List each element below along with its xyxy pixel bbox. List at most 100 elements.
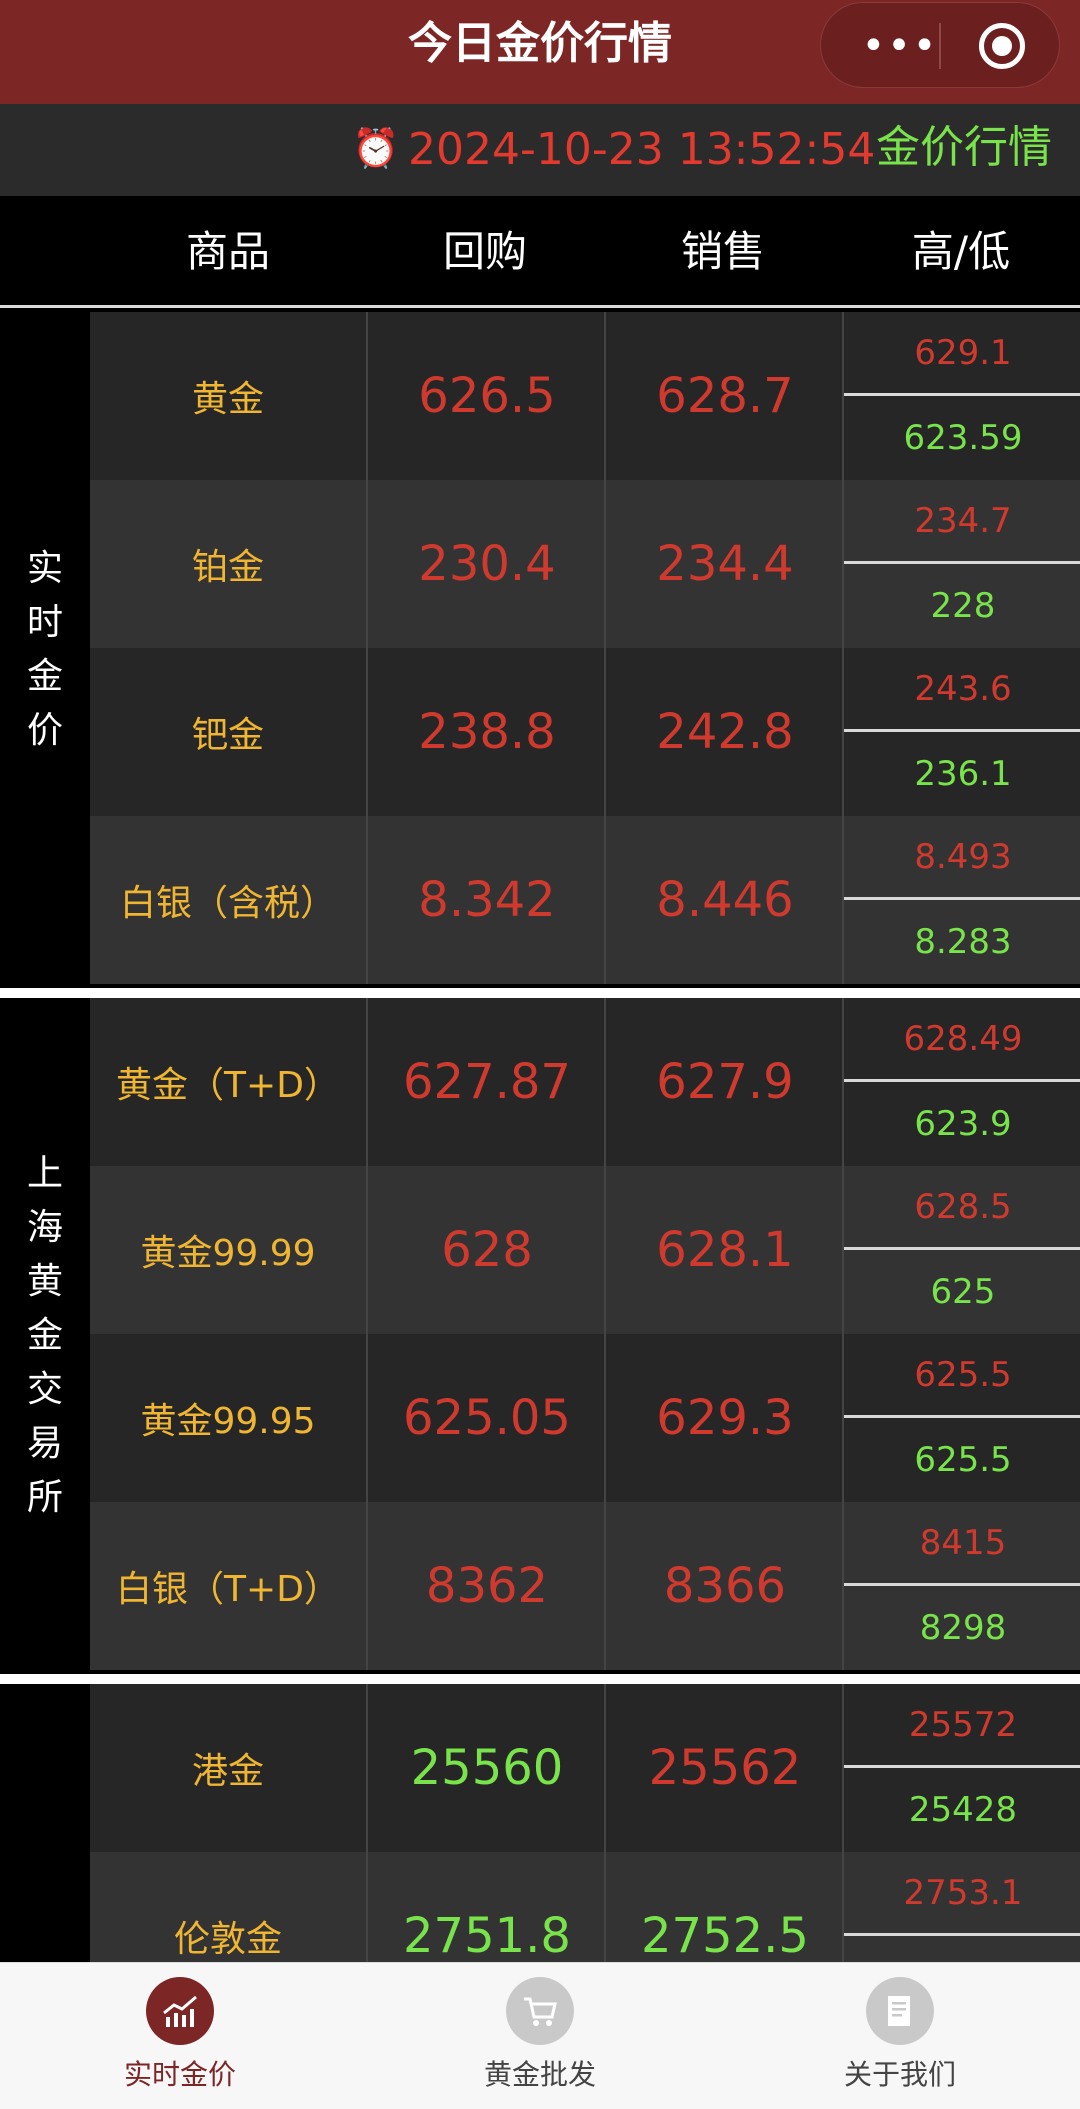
high-low-cell: 628.5 625 (842, 1166, 1080, 1334)
tab-realtime-price[interactable]: 实时金价 (0, 1963, 360, 2109)
section-divider (0, 1674, 1080, 1684)
low-price: 623.9 (914, 1104, 1012, 1144)
low-price: 228 (930, 586, 996, 626)
high-price: 2753.1 (844, 1852, 1080, 1936)
high-price: 234.7 (844, 480, 1080, 564)
commodity-name: 黄金99.99 (140, 1233, 316, 1274)
bottom-tab-bar: 实时金价 黄金批发 关于我们 (0, 1962, 1080, 2109)
high-price: 628.5 (844, 1166, 1080, 1250)
sell-price: 25562 (604, 1684, 844, 1852)
section-label-char: 黄 (26, 1261, 63, 1302)
table-row[interactable]: 伦敦金 2751.8 2752.5 2753.1 (90, 1852, 1080, 1962)
high-low-cell: 629.1 623.59 (842, 312, 1080, 480)
buy-price: 627.87 (366, 998, 606, 1166)
section-label-char: 价 (26, 710, 63, 751)
commodity-name: 白银（T+D） (116, 1569, 340, 1610)
close-target-icon[interactable] (979, 23, 1025, 69)
alarm-clock-icon: ⏰ (352, 126, 400, 170)
low-price: 236.1 (914, 754, 1012, 794)
section-label-char: 易 (26, 1423, 63, 1464)
low-price: 25428 (908, 1790, 1018, 1830)
low-price: 625.5 (914, 1440, 1012, 1480)
buy-price: 2751.8 (366, 1852, 606, 1962)
table-row[interactable]: 黄金99.95 625.05 629.3 625.5 625.5 (90, 1334, 1080, 1502)
low-price: 8298 (919, 1608, 1007, 1648)
high-low-cell: 8.493 8.283 (842, 816, 1080, 984)
high-low-cell: 8415 8298 (842, 1502, 1080, 1670)
high-price: 243.6 (844, 648, 1080, 732)
sell-price: 629.3 (604, 1334, 844, 1502)
header-sell: 销售 (680, 227, 765, 276)
high-price: 629.1 (844, 312, 1080, 396)
sell-price: 242.8 (604, 648, 844, 816)
high-price: 25572 (844, 1684, 1080, 1768)
section-label-char: 交 (26, 1369, 63, 1410)
commodity-name: 伦敦金 (173, 1919, 282, 1960)
section-realtime: 实 时 金 价 黄金 626.5 628.7 629.1 623.59 铂金 2… (0, 312, 1080, 988)
buy-price: 238.8 (366, 648, 606, 816)
table-row[interactable]: 白银（T+D） 8362 8366 8415 8298 (90, 1502, 1080, 1670)
document-icon (866, 1977, 934, 2045)
sell-price: 2752.5 (604, 1852, 844, 1962)
more-icon[interactable]: ••• (855, 3, 945, 89)
tab-gold-wholesale[interactable]: 黄金批发 (360, 1963, 720, 2109)
table-row[interactable]: 钯金 238.8 242.8 243.6 236.1 (90, 648, 1080, 816)
table-row[interactable]: 白银（含税） 8.342 8.446 8.493 8.283 (90, 816, 1080, 984)
header-buy: 回购 (442, 227, 527, 276)
sell-price: 8366 (604, 1502, 844, 1670)
section-label-char: 金 (26, 656, 63, 697)
section-label-char: 金 (26, 1315, 63, 1356)
commodity-name: 港金 (191, 1751, 264, 1792)
section-label-char: 所 (26, 1477, 63, 1518)
high-low-cell: 243.6 236.1 (842, 648, 1080, 816)
commodity-name: 钯金 (191, 715, 264, 756)
tab-label: 黄金批发 (483, 2058, 596, 2091)
buy-price: 230.4 (366, 480, 606, 648)
commodity-name: 铂金 (191, 547, 264, 588)
sell-price: 628.1 (604, 1166, 844, 1334)
low-price: 8.283 (914, 922, 1012, 962)
section-label-char: 海 (26, 1207, 63, 1248)
high-low-cell: 625.5 625.5 (842, 1334, 1080, 1502)
sell-price: 234.4 (604, 480, 844, 648)
section-label (0, 1684, 90, 1962)
table-row[interactable]: 港金 25560 25562 25572 25428 (90, 1684, 1080, 1852)
commodity-name: 白银（含税） (119, 883, 336, 924)
buy-price: 628 (366, 1166, 606, 1334)
high-price: 8.493 (844, 816, 1080, 900)
high-price: 8415 (844, 1502, 1080, 1586)
section-label-char: 时 (26, 602, 63, 643)
buy-price: 25560 (366, 1684, 606, 1852)
buy-price: 8.342 (366, 816, 606, 984)
section-sge: 上 海 黄 金 交 易 所 黄金（T+D） 627.87 627.9 628.4… (0, 998, 1080, 1674)
sell-price: 627.9 (604, 998, 844, 1166)
high-low-cell: 234.7 228 (842, 480, 1080, 648)
table-row[interactable]: 铂金 230.4 234.4 234.7 228 (90, 480, 1080, 648)
section-label-char: 上 (26, 1153, 63, 1194)
commodity-name: 黄金99.95 (140, 1401, 316, 1442)
low-price: 623.59 (903, 418, 1023, 458)
sell-price: 8.446 (604, 816, 844, 984)
section-divider (0, 988, 1080, 998)
commodity-name: 黄金 (191, 379, 264, 420)
high-low-cell: 2753.1 (842, 1852, 1080, 1962)
update-time: 2024-10-23 13:52:54 (408, 124, 876, 175)
title-bar: 今日金价行情 ••• (0, 0, 1080, 104)
capsule-divider (939, 23, 941, 69)
high-price: 625.5 (844, 1334, 1080, 1418)
header-name: 商品 (185, 227, 270, 276)
buy-price: 625.05 (366, 1334, 606, 1502)
tab-about-us[interactable]: 关于我们 (720, 1963, 1080, 2109)
table-row[interactable]: 黄金（T+D） 627.87 627.9 628.49 623.9 (90, 998, 1080, 1166)
time-bar: ⏰ 2024-10-23 13:52:54 金价行情 (0, 104, 1080, 196)
high-low-cell: 628.49 623.9 (842, 998, 1080, 1166)
sell-price: 628.7 (604, 312, 844, 480)
buy-price: 8362 (366, 1502, 606, 1670)
time-bar-label: 金价行情 (876, 122, 1052, 173)
section-label-char: 实 (26, 548, 63, 589)
chart-icon (146, 1977, 214, 2045)
table-row[interactable]: 黄金 626.5 628.7 629.1 623.59 (90, 312, 1080, 480)
table-row[interactable]: 黄金99.99 628 628.1 628.5 625 (90, 1166, 1080, 1334)
section-label: 上 海 黄 金 交 易 所 (0, 998, 90, 1674)
low-price (844, 1936, 1080, 1962)
